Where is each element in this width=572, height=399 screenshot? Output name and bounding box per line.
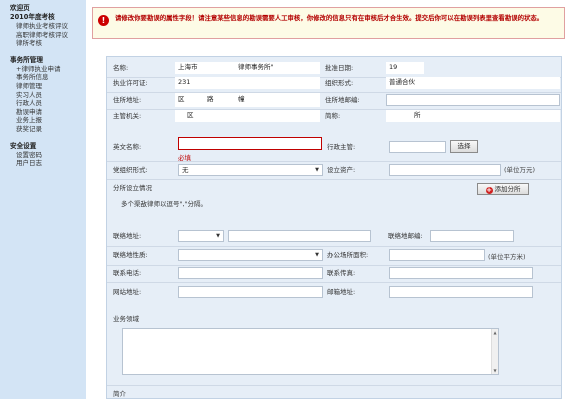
authority-label: 主管机关: <box>113 112 142 120</box>
chevron-down-icon: ▼ <box>216 233 220 239</box>
address-zip-input[interactable] <box>386 94 560 106</box>
correction-form: 名称: 上海市 律师事务所" 批准日期: 19 执业许可证: 231 组织形式:… <box>106 56 562 399</box>
chevron-down-icon: ▼ <box>315 167 319 173</box>
select-button[interactable]: 选择 <box>450 140 478 153</box>
sidebar-item-user-log[interactable]: 用户日志 <box>10 159 86 168</box>
address-zip-label: 住所地邮编: <box>325 96 360 104</box>
intro-label: 简介 <box>113 390 126 398</box>
notice-banner: ! 请修改你要勘误的属性字段！请注意某些信息的勘误需要人工审核，你修改的信息只有… <box>92 7 565 39</box>
area-unit: (单位平方米) <box>488 253 526 261</box>
multi-lawyer-hint: 多个渠敌律师以逗号","分隔。 <box>121 200 208 208</box>
email-label: 邮箱地址: <box>327 288 356 296</box>
main-content: ! 请修改你要勘误的属性字段！请注意某些信息的勘误需要人工审核，你修改的信息只有… <box>86 0 572 399</box>
org-form-label: 组织形式: <box>325 79 354 87</box>
sidebar: 欢迎页 2010年度考核 律师执业考核评议 高职律师考核评议 律所考核 事务所管… <box>0 0 86 399</box>
sidebar-item-firm-info[interactable]: 事务所信息 <box>10 73 86 82</box>
english-name-input[interactable] <box>178 137 322 150</box>
admin-head-label: 行政主管: <box>327 143 356 151</box>
phone-input[interactable] <box>178 267 323 279</box>
authority-field: 区 <box>175 110 320 122</box>
sidebar-item-senior-assessment[interactable]: 高职律师考核评议 <box>10 31 86 40</box>
short-name-label: 简称: <box>325 112 341 120</box>
approve-date-value: 19 <box>389 63 398 71</box>
sidebar-section-2010-assessment: 2010年度考核 <box>10 13 55 21</box>
address-field: 区 路 幢 <box>175 93 320 107</box>
sidebar-item-firm-assessment[interactable]: 律所考核 <box>10 39 86 48</box>
contact-nature-select[interactable]: ▼ <box>178 249 323 261</box>
sidebar-welcome[interactable]: 欢迎页 <box>10 4 86 13</box>
scroll-up-icon[interactable]: ▲ <box>492 330 498 335</box>
website-input[interactable] <box>178 286 323 298</box>
sidebar-item-awards[interactable]: 获奖记录 <box>10 125 86 134</box>
fax-label: 联系传真: <box>327 269 356 277</box>
business-textarea[interactable]: ▲ ▼ <box>122 328 499 375</box>
license-field: 231 <box>175 77 320 89</box>
contact-address-label: 联络地址: <box>113 232 142 240</box>
contact-address-input[interactable] <box>228 230 371 242</box>
plus-icon: + <box>485 186 493 194</box>
scroll-down-icon[interactable]: ▼ <box>492 368 498 373</box>
address-label: 住所地址: <box>113 96 142 104</box>
sidebar-section-security: 安全设置 <box>10 141 37 150</box>
sidebar-item-lawyer-assessment[interactable]: 律师执业考核评议 <box>10 22 86 31</box>
scrollbar[interactable]: ▲ ▼ <box>491 329 498 374</box>
business-label: 业务领域 <box>113 315 139 323</box>
name-value-prefix: 上海市 <box>178 63 198 71</box>
add-branch-label: 添加分所 <box>494 185 521 193</box>
assets-input[interactable] <box>389 164 501 176</box>
sidebar-item-interns[interactable]: 实习人员 <box>10 91 86 100</box>
license-value: 231 <box>178 78 191 86</box>
assets-unit: (单位万元) <box>504 166 536 174</box>
org-form-value: 普通合伙 <box>389 78 415 86</box>
short-name-value: 所 <box>414 111 421 119</box>
sidebar-item-business-report[interactable]: 业务上报 <box>10 116 86 125</box>
website-label: 网站地址: <box>113 288 142 296</box>
contact-zip-input[interactable] <box>430 230 514 242</box>
english-name-label: 英文名称: <box>113 143 142 151</box>
org-form-field: 普通合伙 <box>386 77 560 89</box>
branch-form-label: 党组织形式: <box>113 166 148 174</box>
fax-input[interactable] <box>389 267 533 279</box>
name-value-suffix: 律师事务所" <box>238 63 274 71</box>
address-building: 幢 <box>238 95 245 103</box>
branch-form-select[interactable]: 无 ▼ <box>178 164 323 176</box>
branch-form-value: 无 <box>182 166 189 174</box>
name-label: 名称: <box>113 64 129 72</box>
chevron-down-icon: ▼ <box>315 252 319 258</box>
authority-value: 区 <box>187 111 194 119</box>
contact-nature-label: 联络地性质: <box>113 251 148 259</box>
address-district: 区 <box>178 95 185 103</box>
office-area-input[interactable] <box>389 249 485 261</box>
approve-date-field: 19 <box>386 62 424 74</box>
email-input[interactable] <box>389 286 533 298</box>
assets-label: 设立资产: <box>327 166 356 174</box>
sidebar-item-admin-staff[interactable]: 行政人员 <box>10 99 86 108</box>
contact-zip-label: 联络地邮编: <box>388 232 423 240</box>
sidebar-section-firm-management: 事务所管理 <box>10 55 43 64</box>
office-area-label: 办公场所面积: <box>327 251 369 259</box>
add-branch-button[interactable]: + 添加分所 <box>477 183 529 195</box>
notice-text: 请修改你要勘误的属性字段！请注意某些信息的勘误需要人工审核，你修改的信息只有在审… <box>115 14 544 22</box>
name-field: 上海市 律师事务所" <box>175 62 320 74</box>
approve-date-label: 批准日期: <box>325 64 354 72</box>
branch-label: 分所设立情况 <box>113 184 152 192</box>
warning-icon: ! <box>98 15 109 26</box>
admin-head-input[interactable] <box>389 141 446 153</box>
contact-region-select[interactable]: ▼ <box>178 230 224 242</box>
address-road: 路 <box>207 95 214 103</box>
sidebar-item-set-password[interactable]: 设置密码 <box>10 151 86 160</box>
license-label: 执业许可证: <box>113 79 148 87</box>
short-name-field: 所 <box>386 110 560 122</box>
phone-label: 联系电话: <box>113 269 142 277</box>
sidebar-item-lawyer-management[interactable]: 律师管理 <box>10 82 86 91</box>
